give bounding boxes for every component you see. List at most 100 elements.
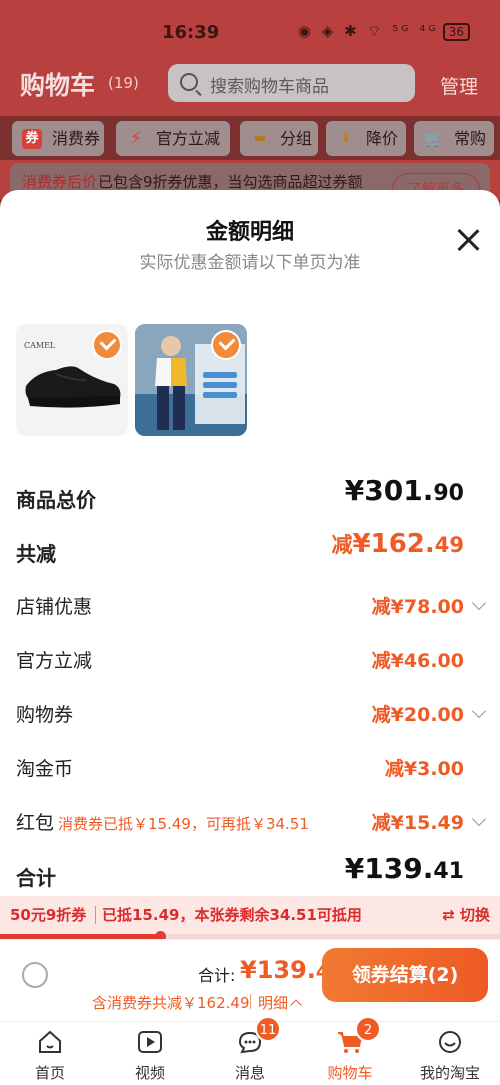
cart-badge: 2	[355, 1016, 381, 1042]
product-thumbnail-shoes[interactable]: CAMEL	[16, 324, 128, 436]
filter-chips: 券 消费券 ⚡ 官方立减 ▬ 分组 ⬇ 降价 🛒 常购	[0, 116, 500, 160]
chip-frequent[interactable]: 🛒 常购	[414, 121, 494, 156]
switch-coupon-button[interactable]: ⇄ 切换	[442, 904, 490, 925]
arrow-down-icon: ⬇	[340, 131, 352, 146]
manage-button[interactable]: 管理	[440, 72, 478, 99]
tab-label: 视频	[134, 1064, 165, 1082]
shopping-coupon-row[interactable]: 购物券 减¥20.00	[16, 694, 487, 734]
lightning-icon: ⚡	[129, 128, 143, 149]
cart-small-icon: 🛒	[424, 130, 444, 148]
status-icons: ◉ ◈ ✱ ⌔ ⁵ᴳ ⁴ᴳ 36	[298, 22, 470, 41]
detail-toggle[interactable]: 明细	[249, 992, 302, 1013]
chevron-up-icon	[290, 999, 302, 1011]
shop-discount-value: 减¥78.00	[371, 596, 464, 618]
checkout-total-main: ¥139.	[240, 956, 316, 984]
battery-icon: 36	[442, 23, 470, 41]
total-discount-row: 共减 减¥162.49	[16, 529, 486, 572]
goods-total-label: 商品总价	[16, 488, 96, 512]
goods-total-value: ¥301.90	[345, 474, 464, 507]
folder-icon: ▬	[253, 131, 267, 146]
red-packet-note: 消费券已抵￥15.49，可再抵￥34.51	[58, 815, 309, 833]
sum-label: 合计	[16, 866, 56, 890]
total-discount-value: 减¥162.49	[332, 529, 464, 559]
cart-search-input[interactable]: 搜索购物车商品	[168, 64, 415, 102]
chip-label: 官方立减	[156, 129, 221, 148]
official-discount-label: 官方立减	[16, 650, 93, 672]
sheet-subtitle: 实际优惠金额请以下单页为准	[139, 253, 361, 273]
svg-text:CAMEL: CAMEL	[24, 341, 56, 350]
chevron-down-icon	[471, 811, 487, 827]
tab-label: 消息	[234, 1064, 265, 1082]
select-all-checkbox[interactable]	[22, 962, 48, 988]
goods-total-decimal: 90	[433, 481, 464, 506]
status-time: 16:39	[162, 22, 220, 43]
status-bar: 16:39 ◉ ◈ ✱ ⌔ ⁵ᴳ ⁴ᴳ 36	[0, 0, 500, 62]
sum-decimal: 41	[433, 859, 464, 884]
chip-coupon[interactable]: 券 消费券	[12, 121, 104, 156]
tab-label: 首页	[34, 1064, 65, 1082]
coupon-notice-text: 已包含9折券优惠，当勾选商品超过券额	[98, 173, 363, 191]
taojinbi-label: 淘金币	[16, 758, 74, 780]
official-discount-row: 官方立减 减¥46.00	[16, 640, 486, 680]
shop-discount-row[interactable]: 店铺优惠 减¥78.00	[16, 586, 487, 626]
checkout-button[interactable]: 领券结算(2)	[322, 948, 488, 1002]
chip-official-discount[interactable]: ⚡ 官方立减	[116, 121, 230, 156]
shopping-coupon-value: 减¥20.00	[371, 704, 464, 726]
sum-value: ¥139.41	[345, 852, 464, 885]
selected-check-icon	[92, 330, 122, 360]
discount-prefix: 减	[331, 533, 353, 557]
chip-group[interactable]: ▬ 分组	[240, 121, 318, 156]
chevron-down-icon	[471, 703, 487, 719]
taojinbi-row: 淘金币 减¥3.00	[16, 748, 486, 788]
cart-count: (19)	[108, 74, 139, 92]
home-icon	[39, 1030, 61, 1053]
shopping-coupon-label: 购物券	[16, 704, 74, 726]
sum-main: ¥139.	[344, 852, 434, 885]
tab-home[interactable]: 首页	[0, 1022, 100, 1085]
video-icon	[138, 1031, 162, 1053]
cart-title: 购物车	[20, 71, 96, 100]
shop-discount-label: 店铺优惠	[16, 596, 93, 618]
product-thumbnail-swimsuit[interactable]	[135, 324, 247, 436]
tab-cart[interactable]: 2 购物车	[300, 1016, 400, 1085]
tab-messages[interactable]: 11 消息	[200, 1016, 300, 1085]
tab-video[interactable]: 视频	[100, 1022, 200, 1085]
sum-row: 合计 ¥139.41	[16, 852, 486, 896]
total-discount-label: 共减	[16, 542, 56, 566]
chip-label: 降价	[366, 129, 399, 148]
sheet-title: 金额明细	[205, 220, 294, 245]
profile-face-icon	[439, 1031, 461, 1053]
coupon-usage-text: 已抵15.49，本张券剩余34.51可抵用	[102, 906, 362, 924]
chip-label: 分组	[280, 129, 313, 148]
red-packet-value: 减¥15.49	[371, 812, 464, 834]
red-packet-label: 红包	[16, 812, 55, 834]
coupon-icon: 券	[22, 129, 42, 149]
tab-label: 我的淘宝	[419, 1064, 480, 1082]
close-icon[interactable]	[456, 228, 480, 252]
checkout-total-label: 合计:	[198, 966, 236, 985]
selected-check-icon	[211, 330, 241, 360]
tab-my-taobao[interactable]: 我的淘宝	[400, 1022, 500, 1085]
chip-price-drop[interactable]: ⬇ 降价	[326, 121, 406, 156]
checkout-discount-text: 含消费券共减￥162.49	[92, 994, 250, 1012]
red-packet-row[interactable]: 红包 消费券已抵￥15.49，可再抵￥34.51 减¥15.49	[16, 802, 487, 842]
chevron-down-icon	[471, 595, 487, 611]
search-icon	[180, 73, 198, 91]
official-discount-value: 减¥46.00	[371, 650, 464, 672]
status-icon-glyphs: ◉ ◈ ✱ ⌔ ⁵ᴳ ⁴ᴳ	[297, 22, 439, 40]
divider	[95, 906, 96, 924]
coupon-name: 50元9折券	[10, 906, 87, 924]
goods-total-row: 商品总价 ¥301.90	[16, 474, 486, 518]
bottom-tab-bar: 首页 视频 11 消息 2 购物车 我的淘宝	[0, 1016, 500, 1085]
detail-label: 明细	[258, 994, 289, 1012]
tab-label: 购物车	[327, 1064, 373, 1082]
checkout-bar: 合计: ¥139.41 含消费券共减￥162.49 明细 领券结算(2)	[0, 939, 500, 1021]
message-badge: 11	[255, 1016, 281, 1042]
total-discount-main: ¥162.	[352, 529, 435, 559]
chip-label: 常购	[454, 129, 487, 148]
search-placeholder: 搜索购物车商品	[210, 77, 329, 97]
chip-label: 消费券	[52, 129, 101, 148]
goods-total-main: ¥301.	[344, 474, 434, 507]
coupon-notice-highlight: 消费券后价	[22, 173, 98, 191]
total-discount-decimal: 49	[434, 533, 464, 557]
